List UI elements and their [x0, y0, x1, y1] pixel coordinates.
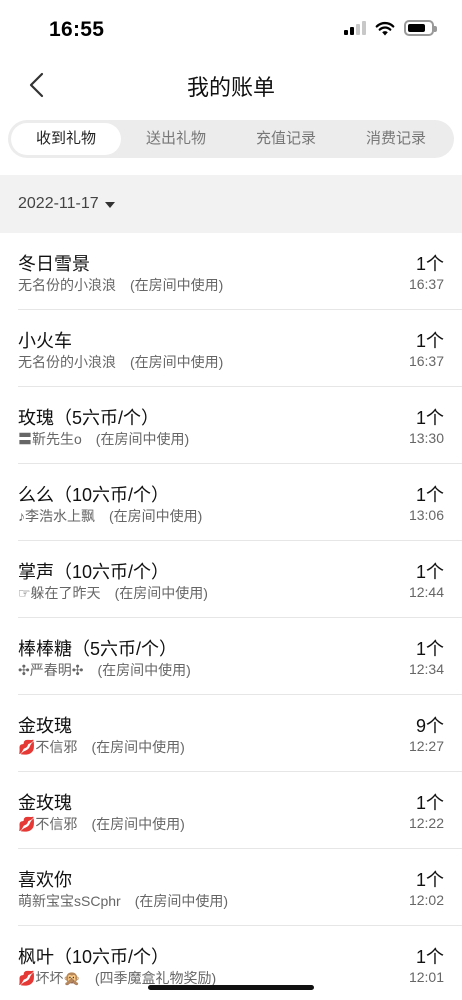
- usage-note: (在房间中使用): [109, 508, 203, 524]
- gift-name: 玫瑰（5六币/个）: [18, 408, 160, 428]
- gift-name: 喜欢你: [18, 870, 72, 890]
- gift-name: 金玫瑰: [18, 793, 72, 813]
- list-item[interactable]: 玫瑰（5六币/个） 〓靳先生o (在房间中使用) 1个 13:30: [18, 387, 462, 464]
- status-bar: 16:55: [0, 0, 462, 60]
- usage-note: (在房间中使用): [95, 431, 190, 447]
- gift-time: 16:37: [408, 276, 444, 292]
- list-item[interactable]: 金玫瑰 💋不信邪 (在房间中使用) 9个 12:27: [18, 695, 462, 772]
- usage-note: (在房间中使用): [134, 893, 229, 909]
- sender-name: ✣严春明✣: [18, 662, 84, 678]
- gift-count: 1个: [415, 408, 444, 428]
- gift-count: 1个: [415, 562, 444, 582]
- usage-note: (在房间中使用): [97, 662, 191, 678]
- page-title: 我的账单: [186, 75, 275, 100]
- usage-note: (在房间中使用): [114, 585, 208, 601]
- gift-count: 1个: [415, 254, 444, 274]
- gift-source: 〓靳先生o (在房间中使用): [18, 429, 189, 449]
- tab-sent-gifts[interactable]: 送出礼物: [121, 123, 231, 155]
- gift-count: 1个: [415, 331, 444, 351]
- gift-source: 💋不信邪 (在房间中使用): [18, 737, 185, 757]
- gift-count: 1个: [415, 793, 444, 813]
- gift-name: 冬日雪景: [18, 254, 90, 274]
- date-filter[interactable]: 2022-11-17: [0, 175, 462, 233]
- gift-time: 13:06: [408, 507, 444, 523]
- gift-count: 1个: [415, 870, 444, 890]
- gift-time: 13:30: [408, 430, 444, 446]
- list-item[interactable]: 棒棒糖（5六币/个） ✣严春明✣ (在房间中使用) 1个 12:34: [18, 618, 462, 695]
- gift-count: 1个: [415, 947, 444, 967]
- wifi-icon: [375, 21, 395, 35]
- gift-source: ☞躲在了昨天 (在房间中使用): [18, 583, 208, 603]
- gift-name: 掌声（10六币/个）: [18, 562, 170, 582]
- sender-name: 💋不信邪: [18, 739, 78, 755]
- gift-time: 12:34: [408, 661, 444, 677]
- sender-name: 💋坏坏🙊: [18, 970, 81, 986]
- list-item[interactable]: 小火车 无名份的小浪浪 (在房间中使用) 1个 16:37: [18, 310, 462, 387]
- nav-bar: 我的账单: [0, 62, 462, 112]
- sender-name: 萌新宝宝sSCphr: [18, 893, 121, 909]
- gift-source: 无名份的小浪浪 (在房间中使用): [18, 275, 223, 295]
- gift-count: 1个: [415, 639, 444, 659]
- usage-note: (四季魔盒礼物奖励): [94, 970, 217, 986]
- list-item[interactable]: 金玫瑰 💋不信邪 (在房间中使用) 1个 12:22: [18, 772, 462, 849]
- status-time: 16:55: [49, 18, 105, 41]
- gift-time: 12:27: [408, 738, 444, 754]
- gift-name: 棒棒糖（5六币/个）: [18, 639, 178, 659]
- list-item[interactable]: 掌声（10六币/个） ☞躲在了昨天 (在房间中使用) 1个 12:44: [18, 541, 462, 618]
- gift-count: 9个: [415, 716, 444, 736]
- gift-time: 12:01: [408, 969, 444, 985]
- gift-time: 12:22: [408, 815, 444, 831]
- home-indicator: [148, 985, 314, 990]
- gift-name: 小火车: [18, 331, 72, 351]
- sender-name: ☞躲在了昨天: [18, 585, 101, 601]
- caret-down-icon: [104, 201, 115, 208]
- bill-tabs: 收到礼物 送出礼物 充值记录 消费记录: [8, 120, 454, 158]
- date-filter-value: 2022-11-17: [18, 195, 99, 212]
- usage-note: (在房间中使用): [130, 277, 224, 293]
- list-item[interactable]: 么么（10六币/个） ♪李浩水上飘 (在房间中使用) 1个 13:06: [18, 464, 462, 541]
- sender-name: 〓靳先生o: [18, 431, 82, 447]
- gift-record-list: 冬日雪景 无名份的小浪浪 (在房间中使用) 1个 16:37 小火车 无名份的小浪…: [0, 233, 462, 1000]
- gift-time: 12:44: [408, 584, 444, 600]
- sender-name: 无名份的小浪浪: [18, 354, 116, 370]
- list-item[interactable]: 冬日雪景 无名份的小浪浪 (在房间中使用) 1个 16:37: [18, 233, 462, 310]
- gift-time: 16:37: [408, 353, 444, 369]
- list-item[interactable]: 喜欢你 萌新宝宝sSCphr (在房间中使用) 1个 12:02: [18, 849, 462, 926]
- sender-name: 💋不信邪: [18, 816, 78, 832]
- gift-name: 么么（10六币/个）: [18, 485, 170, 505]
- gift-source: ✣严春明✣ (在房间中使用): [18, 660, 191, 680]
- gift-name: 枫叶（10六币/个）: [18, 947, 170, 967]
- usage-note: (在房间中使用): [91, 816, 185, 832]
- usage-note: (在房间中使用): [130, 354, 224, 370]
- battery-icon: [404, 20, 437, 36]
- tab-received-gifts[interactable]: 收到礼物: [11, 123, 121, 155]
- tab-spending-records[interactable]: 消费记录: [341, 123, 451, 155]
- gift-time: 12:02: [408, 892, 444, 908]
- sender-name: ♪李浩水上飘: [18, 508, 95, 524]
- gift-count: 1个: [415, 485, 444, 505]
- cellular-signal-icon: [344, 21, 366, 35]
- gift-source: 无名份的小浪浪 (在房间中使用): [18, 352, 223, 372]
- tab-recharge-records[interactable]: 充值记录: [231, 123, 341, 155]
- gift-source: 萌新宝宝sSCphr (在房间中使用): [18, 891, 228, 911]
- sender-name: 无名份的小浪浪: [18, 277, 116, 293]
- gift-source: ♪李浩水上飘 (在房间中使用): [18, 506, 202, 526]
- usage-note: (在房间中使用): [91, 739, 185, 755]
- gift-source: 💋不信邪 (在房间中使用): [18, 814, 185, 834]
- status-icons: [344, 20, 437, 36]
- gift-name: 金玫瑰: [18, 716, 72, 736]
